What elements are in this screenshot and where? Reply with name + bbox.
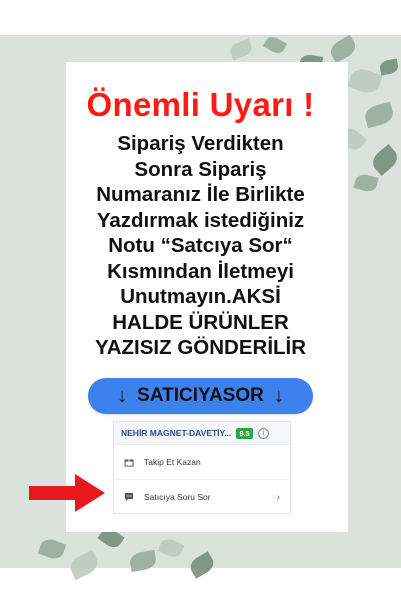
ask-seller-label: SATICIYASOR xyxy=(137,385,264,406)
message-line: YAZISIZ GÖNDERİLİR xyxy=(94,336,307,359)
message-line: Numaranız İle Birlikte xyxy=(96,183,305,206)
shop-name[interactable]: NEHİR MAGNET-DAVETİY... xyxy=(121,428,231,438)
ask-seller-row[interactable]: Satıcıya Soru Sor › xyxy=(114,480,290,514)
chat-icon xyxy=(124,492,134,502)
down-arrow-icon: ↓ xyxy=(273,384,284,407)
message-line: Yazdırmak istediğiniz xyxy=(96,208,305,232)
message-line: Sonra Sipariş xyxy=(134,157,267,181)
info-icon[interactable]: i xyxy=(257,427,269,439)
down-arrow-icon: ↓ xyxy=(117,384,128,407)
seller-header: NEHİR MAGNET-DAVETİY... 9.5 i xyxy=(114,422,290,445)
chevron-right-icon: › xyxy=(276,491,280,503)
message-line: Notu “Satcıya Sor“ xyxy=(108,234,293,257)
rating-badge: 9.5 xyxy=(236,427,253,439)
ask-seller-button[interactable]: ↓ SATICIYASOR ↓ xyxy=(88,378,313,414)
warning-title: Önemli Uyarı ! xyxy=(86,86,315,123)
follow-earn-row[interactable]: Takip Et Kazan xyxy=(114,445,290,480)
message-line: Sipariş Verdikten xyxy=(117,132,284,155)
gift-icon xyxy=(124,457,134,467)
message-line: Unutmayın.AKSİ xyxy=(120,285,281,308)
message-line: HALDE ÜRÜNLER xyxy=(112,310,289,334)
message-line: Kısmından İletmeyi xyxy=(107,259,294,283)
follow-earn-label: Takip Et Kazan xyxy=(144,457,201,467)
red-arrow-icon xyxy=(27,472,107,519)
ask-seller-row-label: Satıcıya Soru Sor xyxy=(144,492,211,502)
warning-message: Sipariş Verdikten Sonra Sipariş Numaranı… xyxy=(40,131,361,361)
seller-panel: NEHİR MAGNET-DAVETİY... 9.5 i Takip Et K… xyxy=(113,421,291,514)
